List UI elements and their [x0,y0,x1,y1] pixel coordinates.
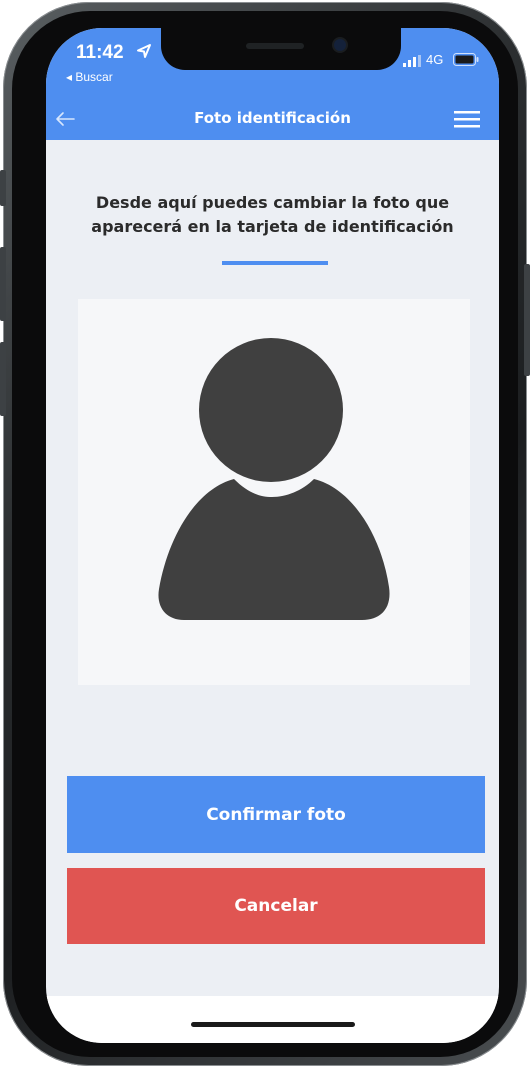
mute-switch [0,170,6,206]
location-arrow-icon [137,44,151,58]
hamburger-menu-icon[interactable] [454,108,480,130]
page-title: Foto identificación [194,109,351,127]
home-indicator[interactable] [191,1022,355,1027]
confirm-photo-button[interactable]: Confirmar foto [67,776,485,853]
status-bar: 11:42 ◂ Buscar 4G [46,28,499,98]
network-type: 4G [426,52,444,67]
volume-down-button [0,342,6,416]
front-camera [334,39,346,51]
volume-up-button [0,247,6,321]
battery-icon [453,53,479,66]
notch [161,28,401,70]
status-time: 11:42 [76,42,124,63]
power-button [524,264,530,376]
cancel-button[interactable]: Cancelar [67,868,485,944]
back-to-app-link[interactable]: ◂ Buscar [66,70,113,84]
user-silhouette-icon [158,338,390,620]
app-screen: 11:42 ◂ Buscar 4G Foto identificación De… [46,28,499,1043]
instruction-text: Desde aquí puedes cambiar la foto que ap… [91,193,454,236]
speaker-grille [246,43,304,49]
nav-bar: Foto identificación [46,98,499,140]
signal-bars-icon [403,55,421,67]
bottom-safe-area [46,996,499,1043]
id-photo-frame [78,299,470,685]
title-divider [222,261,328,265]
